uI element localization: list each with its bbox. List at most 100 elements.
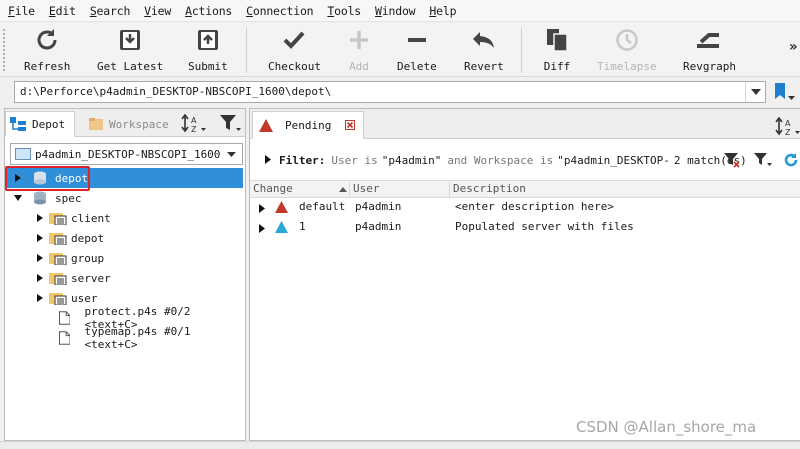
revert-button[interactable]: Revert (464, 26, 504, 74)
toolbar-grip[interactable] (3, 29, 7, 71)
tree-item-client[interactable]: client (5, 208, 243, 228)
file-icon (59, 311, 71, 325)
expand-arrow-icon[interactable] (35, 293, 45, 303)
checkmark-icon (280, 26, 308, 54)
tree-item-spec[interactable]: spec (5, 188, 243, 208)
expand-arrow-icon[interactable] (35, 253, 45, 263)
tree-item-group[interactable]: group (5, 248, 243, 268)
expand-arrow-icon[interactable] (35, 273, 45, 283)
delete-button[interactable]: Delete (397, 26, 437, 74)
pending-pane: Pending AZ Filter: User is "p4admin" and… (249, 108, 800, 441)
add-button[interactable]: Add (345, 26, 373, 74)
clear-filter-icon (724, 153, 740, 168)
svg-text:A: A (191, 116, 197, 125)
menu-view[interactable]: View (144, 4, 171, 18)
expand-filter-icon[interactable] (265, 154, 271, 167)
file-icon (59, 331, 71, 345)
funnel-icon (754, 153, 772, 166)
submit-icon (194, 26, 222, 54)
menu-window[interactable]: Window (375, 4, 416, 18)
filter-workspace-prefix: and Workspace is (447, 153, 554, 167)
minus-icon (403, 26, 431, 54)
menu-connection[interactable]: Connection (246, 4, 313, 18)
menu-actions[interactable]: Actions (185, 4, 232, 18)
sort-button[interactable]: AZ (181, 113, 207, 137)
filter-label: Filter: (279, 153, 326, 167)
folder-icon (49, 253, 67, 265)
left-tab-bar: Depot Workspace AZ (5, 109, 245, 137)
highlight-annotation-box (5, 166, 90, 191)
refresh-filter-button[interactable] (783, 152, 799, 171)
changelist-row[interactable]: default p4admin <enter description here> (250, 197, 800, 217)
folder-icon (49, 213, 67, 225)
folder-icon (49, 273, 67, 285)
column-header-user[interactable]: User (350, 182, 450, 198)
bookmark-icon (775, 83, 795, 100)
tab-pending[interactable]: Pending (252, 111, 364, 139)
column-header-description[interactable]: Description (450, 182, 800, 198)
bookmark-button[interactable] (774, 83, 796, 104)
folder-icon (49, 293, 67, 305)
collapse-arrow-icon[interactable] (13, 193, 23, 203)
sort-ascending-icon (339, 187, 347, 192)
path-input[interactable]: d:\Perforce\p4admin_DESKTOP-NBSCOPI_1600… (14, 81, 766, 103)
timelapse-button[interactable]: Timelapse (597, 26, 657, 74)
path-bar: d:\Perforce\p4admin_DESKTOP-NBSCOPI_1600… (0, 78, 800, 106)
right-tab-bar: Pending AZ (250, 109, 800, 139)
spec-depot-icon (34, 191, 46, 205)
changelist-row[interactable]: 1 p4admin Populated server with files (250, 217, 800, 237)
depot-pane: Depot Workspace AZ p4admin_DESKTOP-NBSCO… (4, 108, 246, 441)
svg-text:A: A (785, 119, 791, 128)
chevron-down-icon (750, 89, 761, 95)
depot-tab-icon (10, 117, 26, 131)
refresh-icon (33, 26, 61, 54)
filter-bar: Filter: User is "p4admin" and Workspace … (250, 147, 800, 173)
filter-options-button[interactable] (753, 152, 773, 171)
submitted-changelist-icon (275, 221, 288, 236)
refresh-button[interactable]: Refresh (24, 26, 70, 74)
toolbar-overflow-button[interactable]: » (789, 39, 797, 55)
expand-arrow-icon[interactable] (35, 233, 45, 243)
clear-filter-button[interactable] (723, 152, 741, 171)
path-dropdown-button[interactable] (745, 82, 765, 102)
sort-az-icon: AZ (181, 113, 206, 134)
diff-button[interactable]: Diff (543, 26, 571, 74)
menu-search[interactable]: Search (90, 4, 131, 18)
status-bar (0, 441, 800, 449)
filter-user-value: "p4admin" (381, 153, 442, 167)
expand-arrow-icon[interactable] (259, 203, 265, 216)
filter-button[interactable] (219, 114, 243, 137)
get-latest-button[interactable]: Get Latest (97, 26, 163, 74)
column-header-change[interactable]: Change (250, 182, 350, 198)
revgraph-icon (695, 26, 723, 54)
menu-tools[interactable]: Tools (327, 4, 361, 18)
sort-button[interactable]: AZ (775, 116, 800, 140)
tree-item-typemap-file[interactable]: typemap.p4s #0/1 <text+C> (5, 325, 243, 351)
plus-icon (345, 26, 373, 54)
changelist-table-header: Change User Description (250, 180, 800, 198)
menu-edit[interactable]: Edit (49, 4, 76, 18)
expand-arrow-icon[interactable] (35, 213, 45, 223)
checkout-button[interactable]: Checkout (268, 26, 321, 74)
get-latest-icon (116, 26, 144, 54)
workspace-icon (15, 148, 31, 160)
pending-changelist-icon (259, 118, 273, 132)
menu-file[interactable]: File (8, 4, 35, 18)
menu-help[interactable]: Help (429, 4, 456, 18)
chevron-down-icon (227, 152, 236, 157)
toolbar: Refresh Get Latest Submit Checkout Add D… (0, 23, 800, 77)
revgraph-button[interactable]: Revgraph (683, 26, 736, 74)
tree-item-server[interactable]: server (5, 268, 243, 288)
diff-icon (543, 26, 571, 54)
filter-user-prefix: User is (331, 153, 378, 167)
workspace-select[interactable]: p4admin_DESKTOP-NBSCOPI_1600 (10, 143, 243, 165)
expand-arrow-icon[interactable] (259, 223, 265, 236)
submit-button[interactable]: Submit (188, 26, 228, 74)
revert-icon (470, 26, 498, 54)
tab-workspace[interactable]: Workspace (85, 111, 173, 137)
tree-item-depot-spec[interactable]: depot (5, 228, 243, 248)
close-tab-icon[interactable] (345, 120, 355, 130)
toolbar-separator (246, 27, 247, 73)
tab-depot[interactable]: Depot (5, 111, 75, 137)
menu-bar: File Edit Search View Actions Connection… (0, 0, 800, 22)
